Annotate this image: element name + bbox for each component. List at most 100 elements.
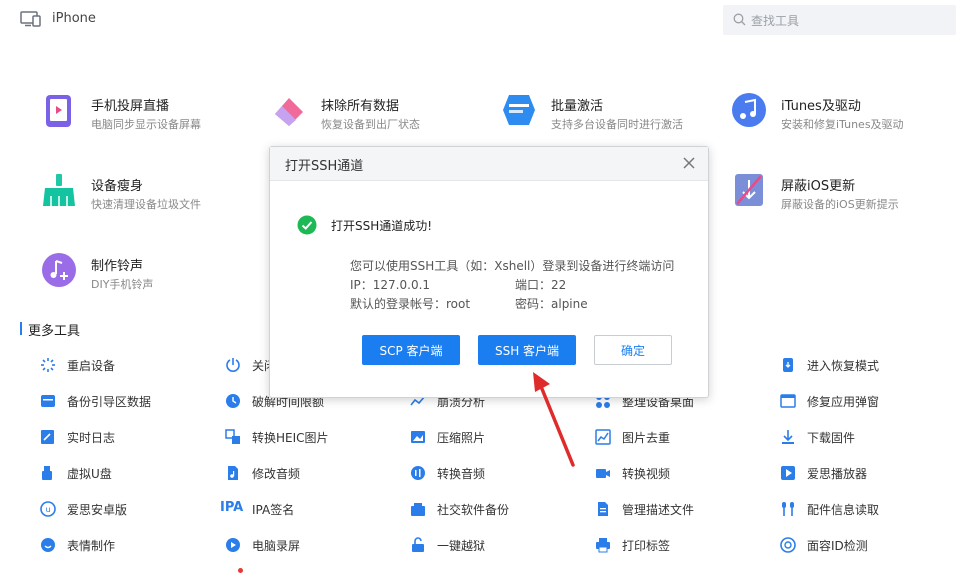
tile-desc: 电脑同步显示设备屏幕 (91, 118, 201, 131)
tool-edit-audio[interactable]: 修改音频 (225, 463, 405, 483)
ssh-instruction: 您可以使用SSH工具（如：Xshell）登录到设备进行终端访问 (350, 259, 675, 273)
scp-client-button[interactable]: SCP 客户端 (362, 335, 460, 365)
tile-title: 抹除所有数据 (321, 99, 400, 114)
reboot-icon (41, 358, 55, 372)
record-icon (226, 538, 240, 552)
tool-label: 管理描述文件 (622, 503, 695, 517)
dialog-header: 打开SSH通道 (270, 147, 708, 181)
tool-label: 虚拟U盘 (67, 467, 112, 481)
tool-android[interactable]: u 爱思安卓版 (40, 499, 220, 519)
convert-image-icon (225, 429, 240, 444)
batch-activate-icon (503, 95, 535, 125)
block-update-icon (735, 174, 763, 206)
tool-label: 备份引导区数据 (67, 395, 152, 409)
ssh-password: 密码：alpine (515, 297, 588, 311)
tile-batch-activate[interactable]: 批量激活 支持多台设备同时进行激活 (501, 92, 721, 136)
tool-jailbreak[interactable]: 一键越狱 (410, 535, 590, 555)
tile-erase-data[interactable]: 抹除所有数据 恢复设备到出厂状态 (271, 92, 491, 136)
svg-text:u: u (45, 505, 50, 514)
tile-desc: DIY手机铃声 (91, 278, 154, 291)
music-note-icon (732, 93, 766, 127)
download-icon (782, 430, 794, 444)
backup-icon (41, 395, 55, 407)
tool-reboot[interactable]: 重启设备 (40, 355, 220, 375)
tile-title: 手机投屏直播 (91, 99, 170, 114)
power-icon (226, 358, 240, 372)
tile-cleanup[interactable]: 设备瘦身 快速清理设备垃圾文件 (41, 172, 261, 216)
video-icon (596, 469, 610, 478)
tile-block-ios-update[interactable]: 屏蔽iOS更新 屏蔽设备的iOS更新提示 (731, 172, 951, 216)
ssh-dialog: 打开SSH通道 打开SSH通道成功! 您可以使用SSH工具（如：Xshell）登… (269, 146, 709, 398)
convert-audio-icon (411, 466, 425, 480)
tool-realtime-log[interactable]: 实时日志 (40, 427, 220, 447)
tool-heic[interactable]: 转换HEIC图片 (225, 427, 405, 447)
tool-label: 配件信息读取 (807, 503, 880, 517)
tool-backup-boot[interactable]: 备份引导区数据 (40, 391, 220, 411)
emoji-icon (41, 538, 55, 552)
audio-file-icon (228, 466, 238, 480)
section-accent-bar (20, 322, 22, 335)
tool-print-label[interactable]: 打印标签 (595, 535, 775, 555)
tile-title: 批量激活 (551, 99, 604, 114)
tile-desc: 安装和修复iTunes及驱动 (781, 118, 904, 131)
tool-fix-popup[interactable]: 修复应用弹窗 (780, 391, 960, 411)
tool-emoji[interactable]: 表情制作 (40, 535, 220, 555)
ipa-icon: IPA (220, 500, 244, 515)
success-message: 打开SSH通道成功! (331, 219, 433, 233)
search-icon (733, 13, 746, 26)
tool-dedupe-photo[interactable]: 图片去重 (595, 427, 775, 447)
dialog-title: 打开SSH通道 (285, 159, 364, 174)
ssh-client-button[interactable]: SSH 客户端 (478, 335, 576, 365)
search-placeholder: 查找工具 (751, 14, 800, 28)
social-backup-icon (411, 503, 425, 516)
unlock-icon (412, 537, 424, 552)
tile-itunes[interactable]: iTunes及驱动 安装和修复iTunes及驱动 (731, 92, 951, 136)
photo-icon (411, 431, 425, 443)
faceid-icon (780, 537, 796, 553)
notification-dot (238, 568, 243, 573)
tool-label: 爱思播放器 (807, 467, 868, 481)
tool-virtual-udisk[interactable]: 虚拟U盘 (40, 463, 220, 483)
tile-screen-mirror[interactable]: 手机投屏直播 电脑同步显示设备屏幕 (41, 92, 261, 136)
tool-label: 转换音频 (437, 467, 486, 481)
tile-ringtone[interactable]: 制作铃声 DIY手机铃声 (41, 252, 261, 296)
player-icon (781, 466, 795, 480)
tool-label: 表情制作 (67, 539, 116, 553)
tile-title: 制作铃声 (91, 259, 144, 274)
tool-label: 面容ID检测 (807, 539, 868, 553)
tool-label: 打印标签 (622, 539, 671, 553)
tool-faceid[interactable]: 面容ID检测 (780, 535, 960, 555)
tile-desc: 恢复设备到出厂状态 (321, 118, 420, 131)
ssh-account: 默认的登录帐号：root (350, 297, 471, 311)
screen-mirror-icon (46, 95, 71, 127)
udisk-icon (42, 466, 52, 480)
tool-ipa-sign[interactable]: IPA IPA签名 (220, 499, 400, 519)
close-icon[interactable] (681, 155, 697, 171)
tool-screen-record[interactable]: 电脑录屏 (225, 535, 405, 555)
tool-convert-video[interactable]: 转换视频 (595, 463, 775, 483)
broom-icon (43, 174, 75, 206)
android-icon: u (40, 501, 56, 517)
tool-social-backup[interactable]: 社交软件备份 (410, 499, 590, 519)
tool-accessory-info[interactable]: 配件信息读取 (780, 499, 960, 519)
tool-profiles[interactable]: 管理描述文件 (595, 499, 775, 519)
tool-download-firmware[interactable]: 下载固件 (780, 427, 960, 447)
profile-file-icon (598, 502, 608, 516)
tool-recovery-mode[interactable]: 进入恢复模式 (780, 355, 960, 375)
dedupe-icon (595, 429, 611, 445)
recovery-icon (783, 358, 793, 372)
tool-label: 实时日志 (67, 431, 116, 445)
fix-popup-icon (780, 394, 796, 408)
tile-desc: 支持多台设备同时进行激活 (551, 118, 683, 131)
earphone-icon (782, 502, 794, 516)
tool-label: 转换HEIC图片 (252, 431, 329, 445)
tool-label: IPA签名 (252, 503, 295, 517)
tool-label: 修改音频 (252, 467, 301, 481)
printer-icon (596, 538, 610, 553)
tool-label: 一键越狱 (437, 539, 486, 553)
tool-player[interactable]: 爱思播放器 (780, 463, 960, 483)
confirm-button[interactable]: 确定 (594, 335, 672, 365)
device-name: iPhone (52, 11, 96, 26)
success-check-icon (297, 215, 317, 235)
tile-desc: 屏蔽设备的iOS更新提示 (781, 198, 899, 211)
